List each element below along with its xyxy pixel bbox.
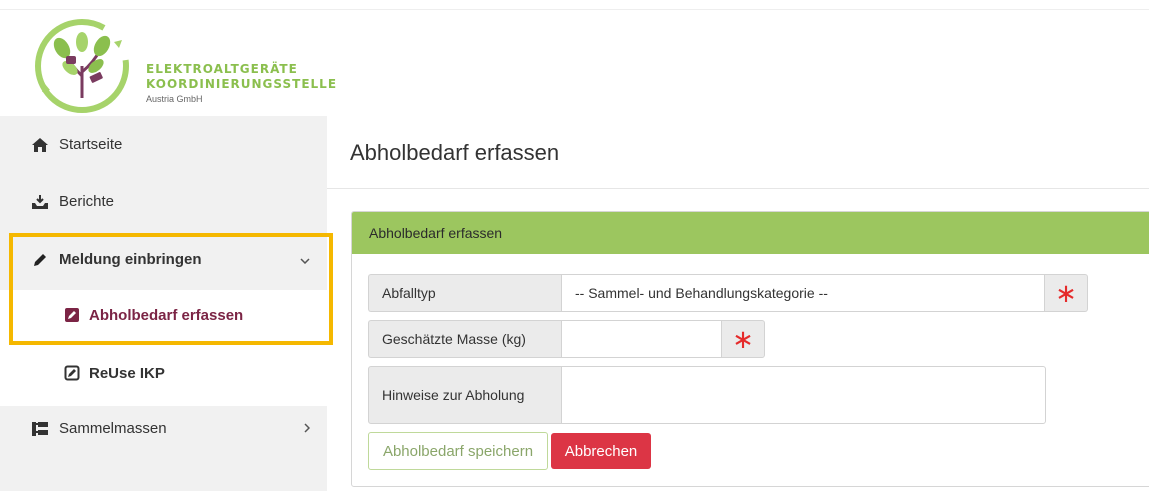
page-title: Abholbedarf erfassen (350, 140, 560, 165)
sidebar-item-sammelmassen[interactable]: Sammelmassen (0, 400, 327, 457)
header: ELEKTROALTGERÄTE KOORDINIERUNGSSTELLE Au… (0, 10, 1149, 116)
sidebar-subitem-label: ReUse IKP (89, 364, 165, 382)
brand-text: ELEKTROALTGERÄTE KOORDINIERUNGSSTELLE Au… (146, 62, 337, 104)
sidebar-item-berichte[interactable]: Berichte (0, 173, 327, 230)
masse-label: Geschätzte Masse (kg) (368, 320, 562, 358)
hinweise-textarea[interactable] (561, 366, 1046, 424)
chevron-right-icon (304, 422, 311, 436)
sidebar-item-label: Startseite (59, 136, 123, 153)
required-marker: ∗ (1045, 274, 1088, 312)
highlight-frame (9, 233, 333, 345)
form-panel-header: Abholbedarf erfassen (352, 212, 1149, 254)
logo-icon[interactable] (32, 16, 132, 116)
sidebar-item-label: Sammelmassen (59, 420, 167, 437)
required-marker: ∗ (722, 320, 765, 358)
divider (327, 188, 1149, 189)
abfalltyp-label: Abfalltyp (368, 274, 562, 312)
save-button[interactable]: Abholbedarf speichern (368, 432, 548, 470)
brand-line-3: Austria GmbH (146, 94, 203, 104)
sidebar-item-label: Berichte (59, 193, 115, 210)
edit-square-outline-icon (64, 365, 80, 381)
abfalltyp-select[interactable]: -- Sammel- und Behandlungskategorie -- (561, 274, 1045, 312)
brand-line-2: KOORDINIERUNGSSTELLE (146, 77, 338, 91)
brand-line-1: ELEKTROALTGERÄTE (146, 62, 298, 76)
home-icon (31, 136, 49, 154)
sidebar-item-startseite[interactable]: Startseite (0, 116, 327, 173)
cancel-button[interactable]: Abbrechen (551, 433, 651, 469)
sitemap-icon (31, 420, 49, 438)
masse-input[interactable] (561, 320, 722, 358)
hinweise-label: Hinweise zur Abholung (368, 366, 562, 424)
sidebar-subitem-reuse-ikp[interactable]: ReUse IKP (0, 345, 327, 401)
inbox-download-icon (31, 193, 49, 211)
top-border (0, 0, 1149, 10)
